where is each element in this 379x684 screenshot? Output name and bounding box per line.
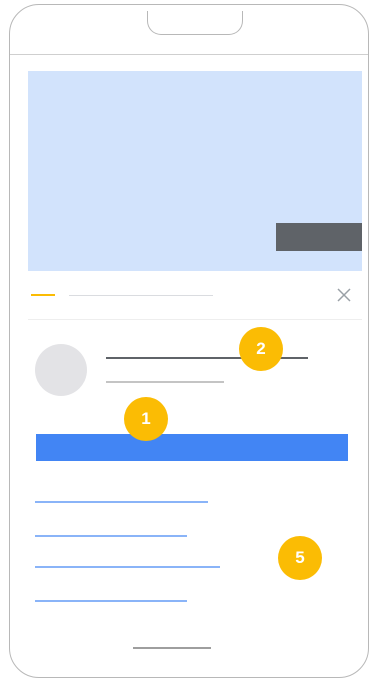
sheet-divider (28, 319, 362, 320)
callout-badge-link-list: 5 (278, 536, 322, 580)
link-item[interactable] (35, 566, 220, 568)
active-tab-indicator[interactable] (31, 294, 55, 296)
home-indicator[interactable] (133, 647, 211, 649)
status-divider (10, 54, 368, 55)
link-item[interactable] (35, 600, 187, 602)
phone-speaker (147, 11, 243, 35)
avatar (35, 344, 87, 396)
tab-label-placeholder[interactable] (69, 295, 213, 296)
media-overlay-bar (276, 223, 362, 251)
close-icon[interactable] (336, 287, 352, 303)
link-item[interactable] (35, 501, 208, 503)
link-item[interactable] (35, 535, 187, 537)
subtitle-text-placeholder (106, 381, 224, 383)
callout-badge-primary-action: 1 (124, 397, 168, 441)
primary-action-button[interactable] (36, 434, 348, 461)
callout-badge-header: 2 (239, 327, 283, 371)
